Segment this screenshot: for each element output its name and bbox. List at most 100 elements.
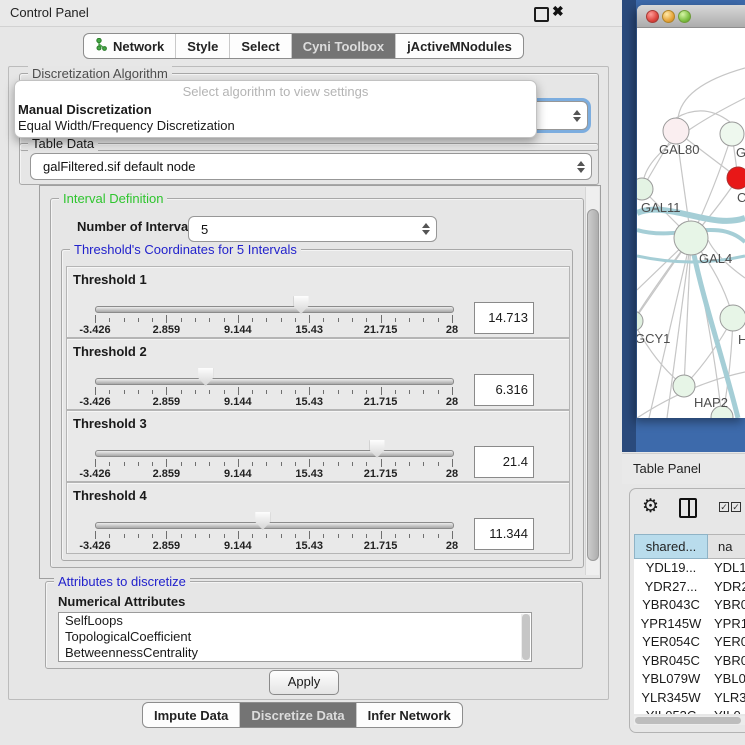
node-hap2[interactable]	[673, 375, 695, 397]
table-row[interactable]: YBL079WYBL0	[634, 670, 745, 689]
desktop-edge	[622, 0, 636, 452]
cell-name[interactable]: YIL0	[708, 707, 745, 714]
algorithm-dropdown-popup: Select algorithm to view settings Manual…	[14, 80, 537, 138]
option-manual-discretization[interactable]: Manual Discretization	[18, 102, 152, 117]
tab-discretize-data[interactable]: Discretize Data	[239, 703, 355, 727]
float-window-icon[interactable]	[534, 7, 549, 22]
tab-impute-data[interactable]: Impute Data	[143, 703, 239, 727]
network-graph: GAL80 G C GAL11 GAL4 GCY1 H HAP2	[637, 28, 745, 418]
apply-button[interactable]: Apply	[269, 670, 339, 695]
attribute-list-item[interactable]: SelfLoops	[59, 613, 531, 629]
threshold-value-field[interactable]: 21.4	[474, 446, 534, 478]
node-gal11[interactable]	[637, 178, 653, 200]
table-data-select[interactable]: galFiltered.sif default node	[30, 153, 592, 180]
attribute-items: SelfLoopsTopologicalCoefficientBetweenne…	[59, 613, 531, 661]
list-scrollbar[interactable]	[521, 614, 530, 660]
node-red[interactable]	[727, 167, 745, 189]
tab-select[interactable]: Select	[229, 34, 290, 58]
node-label-partial-h: H	[738, 332, 745, 347]
node-gal4[interactable]	[674, 221, 708, 255]
attribute-list-item[interactable]: TopologicalCoefficient	[59, 629, 531, 645]
checkbox-icon[interactable]: ✓	[731, 502, 741, 512]
threshold-value-field[interactable]: 14.713	[474, 302, 534, 334]
cell-name[interactable]: YBL0	[708, 670, 745, 689]
node-partial-g[interactable]	[720, 122, 744, 146]
node-label-hap2: HAP2	[694, 395, 728, 410]
tab-cyni-toolbox[interactable]: Cyni Toolbox	[291, 34, 395, 58]
network-view-window[interactable]: GAL80 G C GAL11 GAL4 GCY1 H HAP2	[637, 5, 745, 418]
table-row[interactable]: YLR345WYLR3	[634, 689, 745, 708]
zoom-traffic-light[interactable]	[678, 10, 691, 23]
cell-name[interactable]: YER0	[708, 633, 745, 652]
threshold-value-field[interactable]: 6.316	[474, 374, 534, 406]
table-row[interactable]: YBR045CYBR0	[634, 652, 745, 671]
scrollbar-thumb[interactable]	[635, 717, 741, 724]
cell-name[interactable]: YBR0	[708, 596, 745, 615]
table-row[interactable]: YBR043CYBR0	[634, 596, 745, 615]
node-label-gal80: GAL80	[659, 142, 699, 157]
cell-name[interactable]: YLR3	[708, 689, 745, 708]
algorithm-placeholder: Select algorithm to view settings	[15, 84, 536, 99]
table-row[interactable]: YDR27...YDR2	[634, 578, 745, 597]
tab-style[interactable]: Style	[175, 34, 229, 58]
table-body[interactable]: YDL19...YDL1YDR27...YDR2YBR043CYBR0YPR14…	[634, 559, 745, 714]
node-h[interactable]	[720, 305, 745, 331]
node-gcy1[interactable]	[637, 311, 643, 331]
cell-shared-name[interactable]: YER054C	[634, 633, 708, 652]
cell-name[interactable]: YDL1	[708, 559, 745, 578]
number-of-intervals-select[interactable]: 5	[188, 216, 437, 242]
cell-shared-name[interactable]: YDL19...	[634, 559, 708, 578]
settings-scrollpane: Interval Definition Number of Intervals …	[39, 185, 601, 579]
number-of-intervals-label: Number of Intervals	[77, 219, 199, 234]
cell-shared-name[interactable]: YPR145W	[634, 615, 708, 634]
threshold-value-field[interactable]: 11.344	[474, 518, 534, 550]
gear-icon[interactable]: ⚙	[642, 495, 659, 518]
cell-name[interactable]: YPR1	[708, 615, 745, 634]
threshold-slider-track[interactable]	[95, 378, 454, 385]
network-canvas[interactable]: GAL80 G C GAL11 GAL4 GCY1 H HAP2	[637, 28, 745, 418]
numerical-attributes-list[interactable]: SelfLoopsTopologicalCoefficientBetweenne…	[58, 612, 532, 662]
table-row[interactable]: YDL19...YDL1	[634, 559, 745, 578]
node-gal80[interactable]	[663, 118, 689, 144]
cell-name[interactable]: YDR2	[708, 578, 745, 597]
network-icon	[95, 38, 107, 54]
column-header-shared[interactable]: shared...	[634, 534, 708, 559]
tab-jactivemnodules[interactable]: jActiveMNodules	[395, 34, 523, 58]
table-header-row: shared... na	[634, 534, 745, 559]
cell-name[interactable]: YBR0	[708, 652, 745, 671]
threshold-slider-track[interactable]	[95, 450, 454, 457]
cell-shared-name[interactable]: YBL079W	[634, 670, 708, 689]
close-traffic-light[interactable]	[646, 10, 659, 23]
cell-shared-name[interactable]: YDR27...	[634, 578, 708, 597]
cell-shared-name[interactable]: YLR345W	[634, 689, 708, 708]
threshold-slider-track[interactable]	[95, 306, 454, 313]
column-header-name[interactable]: na	[708, 534, 745, 559]
cell-shared-name[interactable]: YIL053C	[634, 707, 708, 714]
scrollbar-thumb[interactable]	[587, 209, 599, 561]
table-row[interactable]: YER054CYER0	[634, 633, 745, 652]
tab-network-label: Network	[113, 39, 164, 54]
vertical-scrollbar[interactable]	[585, 187, 599, 575]
table-data-selected-value: galFiltered.sif default node	[31, 159, 571, 174]
columns-icon[interactable]	[679, 498, 697, 518]
threshold-slider-track[interactable]	[95, 522, 454, 529]
tab-infer-network[interactable]: Infer Network	[356, 703, 462, 727]
minimize-traffic-light[interactable]	[662, 10, 675, 23]
control-panel-tabbar: Network Style Select Cyni Toolbox jActiv…	[83, 33, 524, 59]
list-scrollbar-thumb[interactable]	[522, 614, 530, 660]
table-row[interactable]: YIL053CYIL0	[634, 707, 745, 714]
cyni-bottom-tabbar: Impute Data Discretize Data Infer Networ…	[142, 702, 463, 728]
cell-shared-name[interactable]: YBR043C	[634, 596, 708, 615]
option-equal-width-frequency[interactable]: Equal Width/Frequency Discretization	[18, 118, 235, 133]
table-row[interactable]: YPR145WYPR1	[634, 615, 745, 634]
checkbox-icon[interactable]: ✓	[719, 502, 729, 512]
threshold-panel: Threshold 3 -3.4262.8599.14415.4321.7152…	[66, 410, 570, 482]
close-icon[interactable]: ✖	[552, 3, 564, 20]
attribute-list-item[interactable]: BetweennessCentrality	[59, 645, 531, 661]
horizontal-scrollbar[interactable]	[634, 716, 745, 725]
tab-network[interactable]: Network	[84, 34, 175, 58]
cell-shared-name[interactable]: YBR045C	[634, 652, 708, 671]
threshold-label: Threshold 3	[73, 416, 147, 431]
interval-definition-group-title: Interval Definition	[59, 191, 167, 206]
network-window-titlebar[interactable]	[637, 5, 745, 28]
